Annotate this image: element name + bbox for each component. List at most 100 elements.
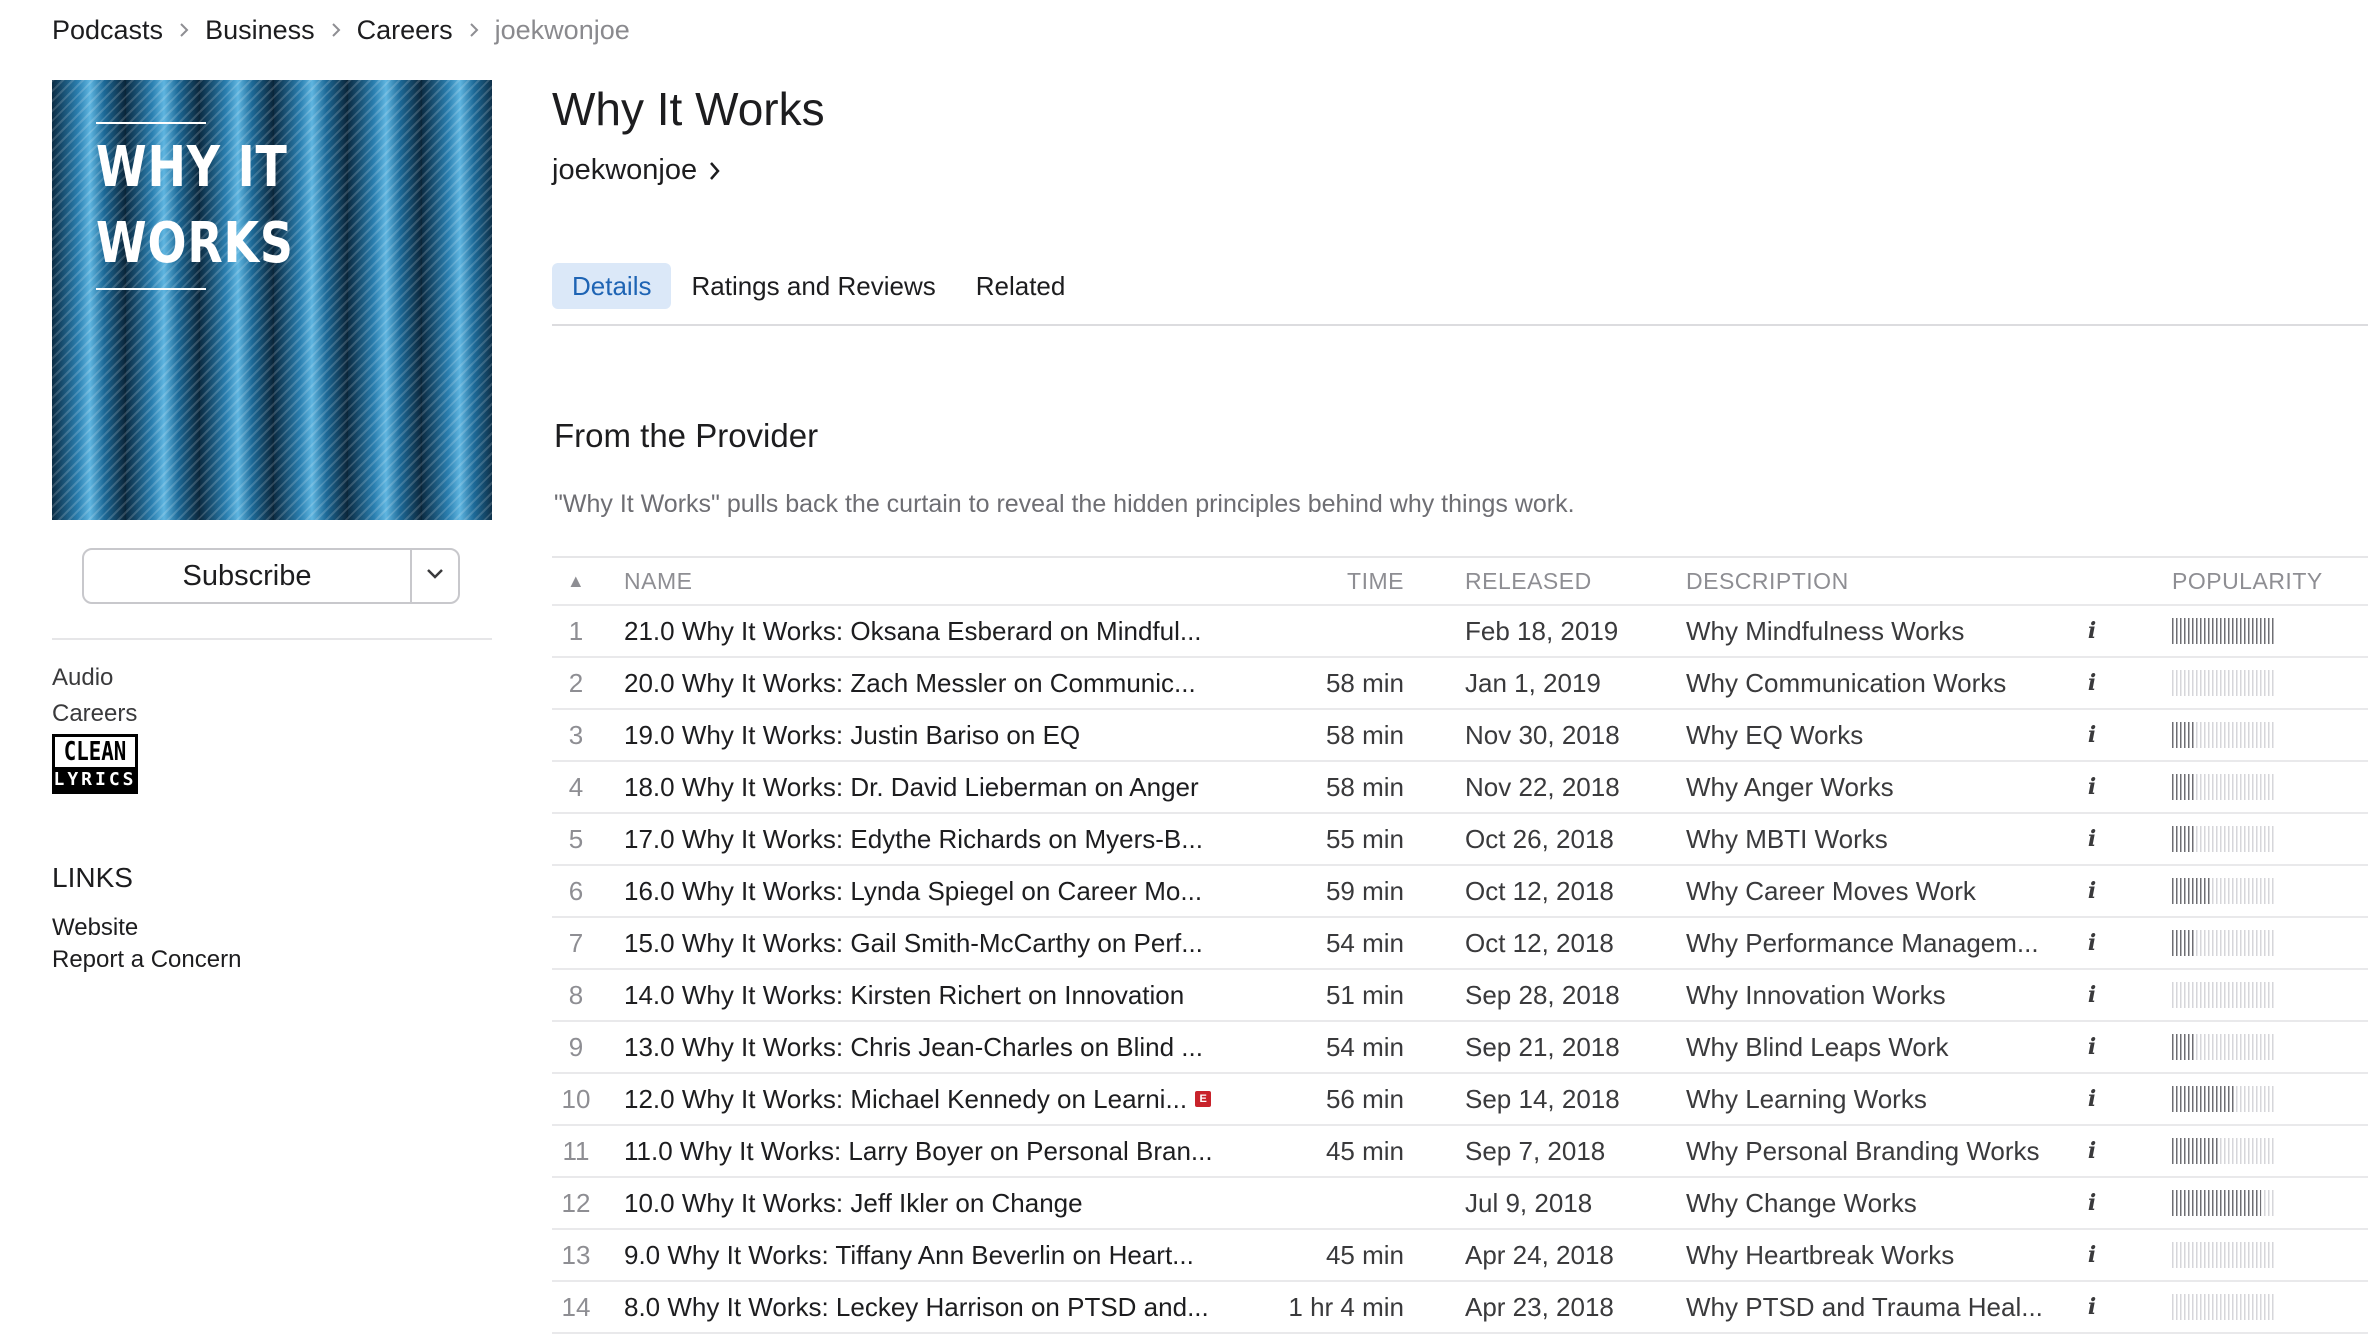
breadcrumb-podcasts[interactable]: Podcasts bbox=[52, 15, 163, 46]
header-time[interactable]: TIME bbox=[1252, 558, 1404, 604]
artwork-rule bbox=[96, 122, 206, 124]
episode-name-text: 19.0 Why It Works: Justin Bariso on EQ bbox=[624, 719, 1081, 750]
popularity-meter bbox=[2172, 1138, 2276, 1164]
info-icon[interactable]: i bbox=[2072, 710, 2112, 760]
episode-time: 45 min bbox=[1325, 1135, 1404, 1166]
info-icon[interactable]: i bbox=[2072, 762, 2112, 812]
header-description[interactable]: DESCRIPTION bbox=[1686, 558, 2081, 604]
info-icon[interactable]: i bbox=[2072, 1178, 2112, 1228]
table-row[interactable]: 10 12.0 Why It Works: Michael Kennedy on … bbox=[552, 1072, 2368, 1124]
table-row[interactable]: 8 14.0 Why It Works: Kirsten Richert on I… bbox=[552, 968, 2368, 1020]
table-row[interactable]: 3 19.0 Why It Works: Justin Bariso on EQ 5… bbox=[552, 708, 2368, 760]
episode-name[interactable]: 16.0 Why It Works: Lynda Spiegel on Care… bbox=[624, 866, 1226, 916]
tab-details[interactable]: Details bbox=[552, 263, 672, 309]
info-icon[interactable]: i bbox=[2072, 1074, 2112, 1124]
clean-lyrics-badge: CLEAN LYRICS bbox=[52, 734, 138, 794]
tab-related[interactable]: Related bbox=[956, 263, 1086, 309]
episode-name[interactable]: 15.0 Why It Works: Gail Smith-McCarthy o… bbox=[624, 918, 1226, 968]
table-row[interactable]: 2 20.0 Why It Works: Zach Messler on Comm… bbox=[552, 656, 2368, 708]
report-concern-link[interactable]: Report a Concern bbox=[52, 946, 241, 974]
episode-name[interactable]: 9.0 Why It Works: Tiffany Ann Beverlin o… bbox=[624, 1230, 1226, 1280]
episode-number: 12 bbox=[561, 1187, 591, 1218]
popularity-fill bbox=[2172, 930, 2195, 956]
table-row[interactable]: 4 18.0 Why It Works: Dr. David Lieberman … bbox=[552, 760, 2368, 812]
links-heading: LINKS bbox=[52, 862, 133, 893]
episode-description: Why EQ Works bbox=[1686, 719, 1864, 750]
episode-time: 58 min bbox=[1325, 771, 1404, 802]
episode-name[interactable]: 21.0 Why It Works: Oksana Esberard on Mi… bbox=[624, 606, 1226, 656]
info-icon[interactable]: i bbox=[2072, 814, 2112, 864]
breadcrumb-careers[interactable]: Careers bbox=[357, 15, 453, 46]
header-released[interactable]: RELEASED bbox=[1465, 558, 1665, 604]
chevron-right-icon bbox=[710, 161, 720, 180]
table-row[interactable]: 7 15.0 Why It Works: Gail Smith-McCarthy … bbox=[552, 916, 2368, 968]
episode-name-text: 13.0 Why It Works: Chris Jean-Charles on… bbox=[624, 1031, 1203, 1062]
episode-description: Why Performance Managem... bbox=[1686, 927, 2039, 958]
artist-name: joekwonjoe bbox=[552, 154, 698, 186]
table-row[interactable]: 14 8.0 Why It Works: Leckey Harrison on P… bbox=[552, 1280, 2368, 1334]
episode-number: 10 bbox=[561, 1083, 591, 1114]
table-row[interactable]: 6 16.0 Why It Works: Lynda Spiegel on Car… bbox=[552, 864, 2368, 916]
info-icon[interactable]: i bbox=[2072, 1126, 2112, 1176]
info-icon[interactable]: i bbox=[2072, 1282, 2112, 1332]
episode-released: Oct 26, 2018 bbox=[1465, 823, 1614, 854]
table-row[interactable]: 13 9.0 Why It Works: Tiffany Ann Beverlin… bbox=[552, 1228, 2368, 1280]
subscribe-dropdown-button[interactable] bbox=[412, 550, 458, 602]
website-link[interactable]: Website bbox=[52, 914, 138, 942]
episode-description: Why Heartbreak Works bbox=[1686, 1239, 1955, 1270]
episode-time: 55 min bbox=[1325, 823, 1404, 854]
episode-name-text: 20.0 Why It Works: Zach Messler on Commu… bbox=[624, 667, 1196, 698]
subscribe-button[interactable]: Subscribe bbox=[84, 550, 410, 602]
episode-name[interactable]: 11.0 Why It Works: Larry Boyer on Person… bbox=[624, 1126, 1226, 1176]
header-popularity[interactable]: POPULARITY bbox=[2172, 558, 2362, 604]
info-icon[interactable]: i bbox=[2072, 1230, 2112, 1280]
info-icon[interactable]: i bbox=[2072, 866, 2112, 916]
episode-name[interactable]: 19.0 Why It Works: Justin Bariso on EQ bbox=[624, 710, 1226, 760]
category-link[interactable]: Careers bbox=[52, 700, 137, 728]
popularity-meter bbox=[2172, 774, 2276, 800]
popularity-meter bbox=[2172, 722, 2276, 748]
episode-name[interactable]: 13.0 Why It Works: Chris Jean-Charles on… bbox=[624, 1022, 1226, 1072]
episode-name[interactable]: 8.0 Why It Works: Leckey Harrison on PTS… bbox=[624, 1282, 1226, 1332]
episode-name[interactable]: 14.0 Why It Works: Kirsten Richert on In… bbox=[624, 970, 1226, 1020]
artist-link[interactable]: joekwonjoe bbox=[552, 154, 721, 187]
header-name[interactable]: NAME bbox=[624, 558, 1226, 604]
podcast-artwork: WHY IT WORKS bbox=[52, 80, 492, 520]
info-icon[interactable]: i bbox=[2072, 970, 2112, 1020]
badge-lyrics-text: LYRICS bbox=[53, 767, 137, 791]
info-icon[interactable]: i bbox=[2072, 1022, 2112, 1072]
episode-name[interactable]: 20.0 Why It Works: Zach Messler on Commu… bbox=[624, 658, 1226, 708]
popularity-cell bbox=[2172, 814, 2362, 864]
tab-ratings-reviews[interactable]: Ratings and Reviews bbox=[671, 263, 955, 309]
breadcrumb-business[interactable]: Business bbox=[205, 15, 315, 46]
episode-name-text: 12.0 Why It Works: Michael Kennedy on Le… bbox=[624, 1083, 1188, 1114]
episode-time: 54 min bbox=[1325, 927, 1404, 958]
sort-arrow-icon[interactable]: ▲ bbox=[552, 558, 600, 604]
episode-number: 1 bbox=[568, 615, 584, 646]
table-row[interactable]: 1 21.0 Why It Works: Oksana Esberard on M… bbox=[552, 604, 2368, 656]
episode-name[interactable]: 12.0 Why It Works: Michael Kennedy on Le… bbox=[624, 1074, 1226, 1124]
info-icon[interactable]: i bbox=[2072, 918, 2112, 968]
table-row[interactable]: 12 10.0 Why It Works: Jeff Ikler on Chang… bbox=[552, 1176, 2368, 1228]
episode-description: Why Personal Branding Works bbox=[1686, 1135, 2040, 1166]
episode-number: 6 bbox=[568, 875, 584, 906]
table-row[interactable]: 9 13.0 Why It Works: Chris Jean-Charles o… bbox=[552, 1020, 2368, 1072]
section-description: "Why It Works" pulls back the curtain to… bbox=[554, 490, 1575, 518]
info-icon[interactable]: i bbox=[2072, 606, 2112, 656]
popularity-cell bbox=[2172, 658, 2362, 708]
table-row[interactable]: 5 17.0 Why It Works: Edythe Richards on M… bbox=[552, 812, 2368, 864]
episode-number: 5 bbox=[568, 823, 584, 854]
tab-bar: Details Ratings and Reviews Related bbox=[552, 263, 1085, 309]
episode-name[interactable]: 18.0 Why It Works: Dr. David Lieberman o… bbox=[624, 762, 1226, 812]
popularity-fill bbox=[2172, 618, 2276, 644]
popularity-cell bbox=[2172, 1074, 2362, 1124]
episode-time: 58 min bbox=[1325, 667, 1404, 698]
episode-name[interactable]: 17.0 Why It Works: Edythe Richards on My… bbox=[624, 814, 1226, 864]
popularity-meter bbox=[2172, 670, 2276, 696]
episode-time bbox=[1252, 606, 1404, 656]
episode-name[interactable]: 10.0 Why It Works: Jeff Ikler on Change bbox=[624, 1178, 1226, 1228]
info-icon[interactable]: i bbox=[2072, 658, 2112, 708]
chevron-right-icon bbox=[331, 22, 341, 38]
episode-name-text: 21.0 Why It Works: Oksana Esberard on Mi… bbox=[624, 615, 1202, 646]
table-row[interactable]: 11 11.0 Why It Works: Larry Boyer on Pers… bbox=[552, 1124, 2368, 1176]
